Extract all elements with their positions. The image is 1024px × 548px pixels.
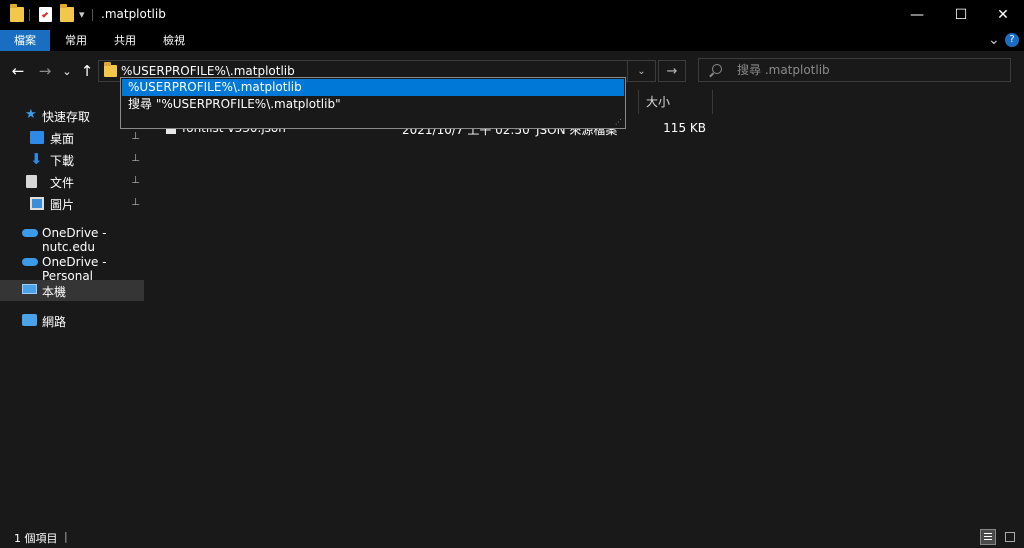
network-icon: [22, 314, 37, 326]
cloud-icon: [22, 258, 38, 266]
separator: [92, 9, 93, 21]
minimize-button[interactable]: —: [894, 0, 940, 30]
forward-button[interactable]: →: [36, 59, 54, 83]
sidebar-item-label: 網路: [42, 315, 67, 329]
tab-view[interactable]: 檢視: [151, 30, 197, 51]
tab-file[interactable]: 檔案: [0, 30, 50, 51]
properties-icon[interactable]: [39, 7, 52, 22]
sidebar-item-onedrive-nutc[interactable]: OneDrive - nutc.edu: [0, 223, 144, 254]
sidebar-item-label: OneDrive - Personal: [42, 255, 107, 283]
go-button[interactable]: →: [658, 60, 686, 82]
sidebar-item-label: 下載: [50, 154, 75, 168]
autocomplete-item-selected[interactable]: %USERPROFILE%\.matplotlib: [122, 79, 624, 96]
address-autocomplete: %USERPROFILE%\.matplotlib 搜尋 "%USERPROFI…: [120, 77, 626, 129]
download-icon: ⬇: [30, 150, 43, 168]
large-icons-view-button[interactable]: [1002, 529, 1018, 545]
help-icon[interactable]: ?: [1005, 33, 1019, 47]
navigation-pane: ★ 快速存取 桌面 ⊥ ⬇ 下載 ⊥ 文件 ⊥ 圖片 ⊥ OneDrive - …: [0, 90, 146, 526]
pin-icon: ⊥: [131, 175, 140, 186]
pin-icon: ⊥: [131, 197, 140, 208]
new-folder-icon[interactable]: [60, 4, 74, 22]
column-header-size[interactable]: 大小: [646, 90, 670, 114]
address-dropdown-button[interactable]: ⌄: [628, 60, 656, 82]
search-input[interactable]: 搜尋 .matplotlib: [737, 59, 830, 81]
resize-grip-icon[interactable]: ⋰: [615, 119, 622, 126]
sidebar-item-pictures[interactable]: 圖片 ⊥: [0, 193, 144, 214]
file-size: 115 KB: [663, 121, 706, 135]
close-button[interactable]: ✕: [980, 0, 1024, 30]
sidebar-item-label: 本機: [42, 285, 67, 299]
title-bar: ▾ .matplotlib — ☐ ✕: [0, 0, 1024, 30]
pin-icon: ⊥: [131, 131, 140, 142]
search-box[interactable]: 搜尋 .matplotlib: [698, 58, 1011, 82]
sidebar-item-label: 桌面: [50, 132, 75, 146]
sidebar-item-this-pc[interactable]: 本機: [0, 280, 144, 301]
sidebar-item-label: 文件: [50, 176, 75, 190]
pin-icon: ⊥: [131, 153, 140, 164]
sidebar-item-documents[interactable]: 文件 ⊥: [0, 171, 144, 192]
star-icon: ★: [25, 107, 37, 122]
autocomplete-item-search[interactable]: 搜尋 "%USERPROFILE%\.matplotlib": [122, 96, 624, 113]
sidebar-item-downloads[interactable]: ⬇ 下載 ⊥: [0, 149, 144, 170]
desktop-icon: [30, 131, 44, 144]
sidebar-item-onedrive-personal[interactable]: OneDrive - Personal: [0, 252, 144, 283]
details-view-button[interactable]: [980, 529, 996, 545]
column-divider[interactable]: [638, 90, 639, 114]
pictures-icon: [30, 197, 44, 210]
status-separator: |: [64, 530, 68, 543]
sidebar-item-network[interactable]: 網路: [0, 310, 144, 331]
sidebar-item-label: OneDrive - nutc.edu: [42, 226, 107, 254]
item-count: 1 個項目: [14, 532, 58, 545]
window-title: .matplotlib: [101, 7, 166, 21]
documents-icon: [26, 175, 37, 188]
recent-locations-button[interactable]: ⌄: [60, 59, 74, 83]
sidebar-item-label: 快速存取: [42, 110, 91, 124]
ribbon-expand-icon[interactable]: ⌄: [988, 32, 1000, 48]
sidebar-item-label: 圖片: [50, 198, 75, 212]
tab-share[interactable]: 共用: [102, 30, 148, 51]
status-bar: 1 個項目 |: [0, 526, 1024, 548]
back-button[interactable]: ←: [9, 59, 27, 83]
cloud-icon: [22, 229, 38, 237]
quick-access-dropdown-icon[interactable]: ▾: [79, 8, 85, 21]
folder-icon: [10, 4, 24, 22]
search-icon-handle: [709, 72, 714, 78]
ribbon: 檔案 常用 共用 檢視 ⌄ ?: [0, 30, 1024, 51]
tab-home[interactable]: 常用: [53, 30, 99, 51]
column-divider[interactable]: [712, 90, 713, 114]
maximize-button[interactable]: ☐: [938, 0, 984, 30]
folder-icon: [104, 62, 117, 77]
computer-icon: [22, 284, 37, 294]
up-button[interactable]: ↑: [78, 59, 96, 83]
sidebar-item-desktop[interactable]: 桌面 ⊥: [0, 127, 144, 148]
separator: [29, 9, 30, 21]
file-list: 大小 fontlist-v330.json 2021/10/7 上午 02:50…: [146, 90, 1024, 526]
